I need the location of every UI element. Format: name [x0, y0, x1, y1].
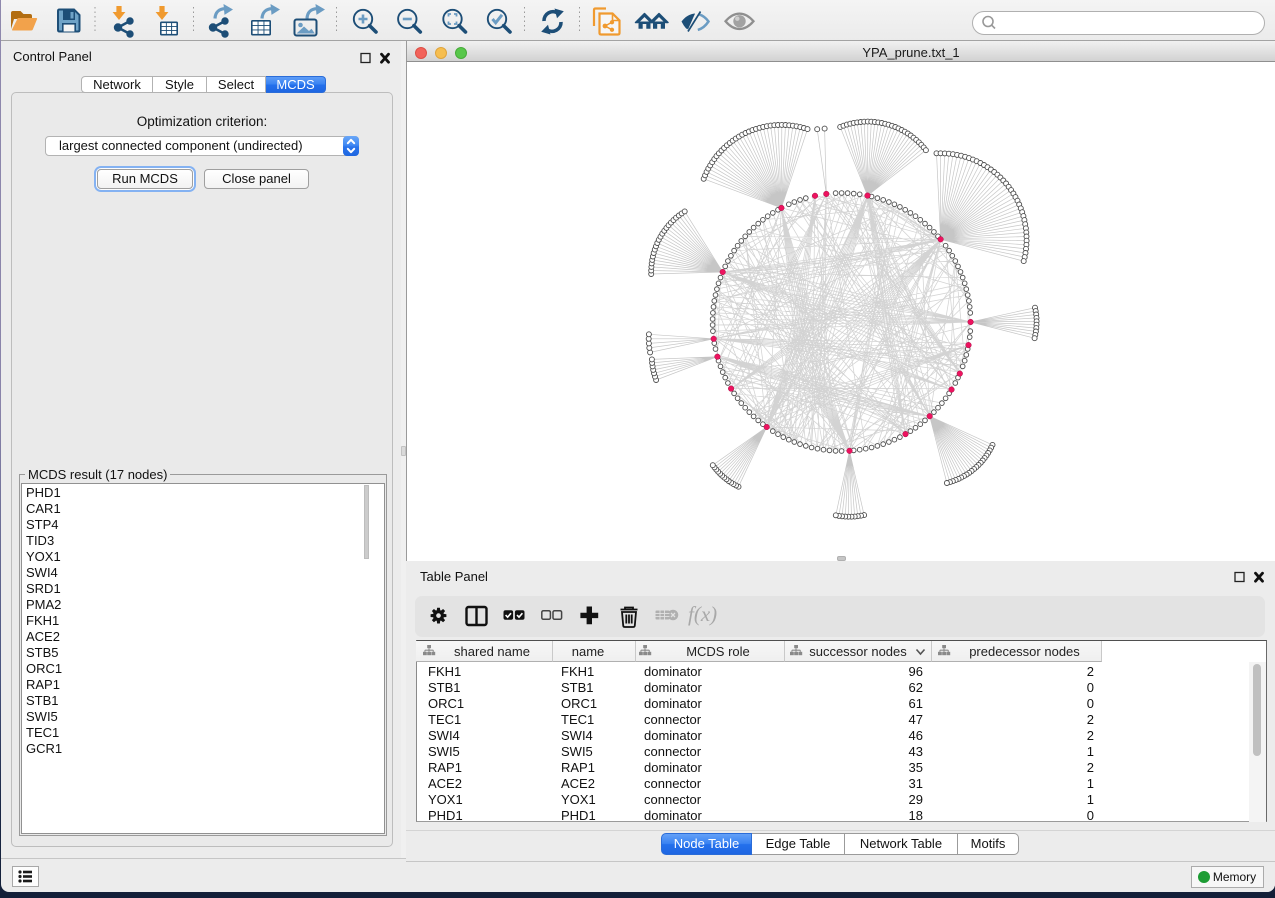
- svg-text:f(x): f(x): [688, 602, 717, 626]
